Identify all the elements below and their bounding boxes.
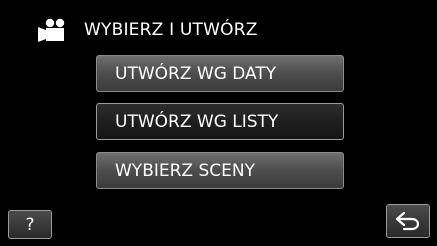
return-arrow-icon xyxy=(395,211,420,231)
screen: WYBIERZ I UTWÓRZ UTWÓRZ WG DATY UTWÓRZ W… xyxy=(0,0,437,246)
select-scenes-button[interactable]: WYBIERZ SCENY xyxy=(96,152,344,189)
page-title: WYBIERZ I UTWÓRZ xyxy=(84,20,258,40)
create-by-date-button[interactable]: UTWÓRZ WG DATY xyxy=(96,55,344,92)
header: WYBIERZ I UTWÓRZ xyxy=(36,13,258,47)
back-button[interactable] xyxy=(386,204,430,238)
create-by-list-button[interactable]: UTWÓRZ WG LISTY xyxy=(96,103,344,140)
video-camera-icon xyxy=(38,18,65,42)
help-button[interactable]: ? xyxy=(8,210,52,239)
